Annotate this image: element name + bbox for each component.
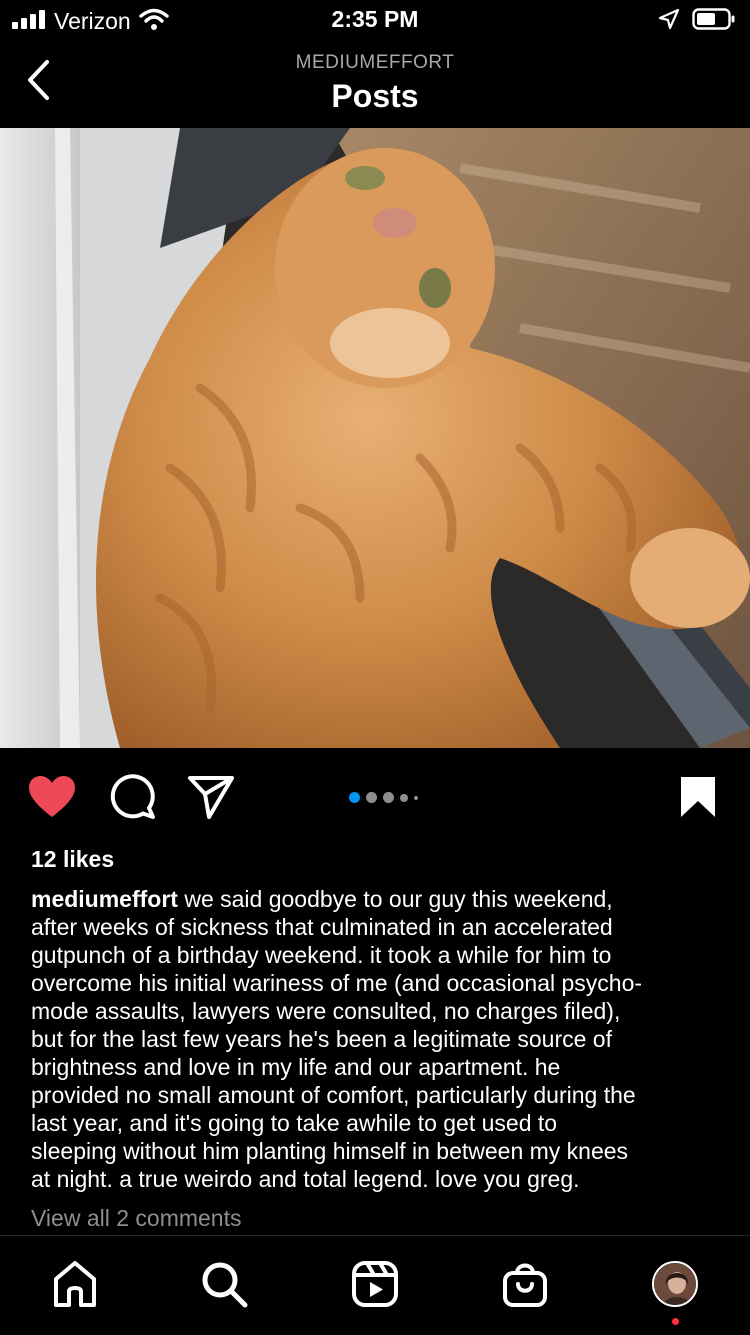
location-arrow-icon	[658, 8, 680, 35]
tab-reels[interactable]	[347, 1256, 403, 1312]
tab-bar	[0, 1235, 750, 1335]
carousel-indicator	[349, 792, 418, 803]
tab-home[interactable]	[47, 1256, 103, 1312]
carousel-dot	[414, 795, 418, 800]
caption-text: we said goodbye to our guy this weekend,…	[31, 886, 643, 1192]
notification-dot	[672, 1318, 679, 1325]
heart-filled-icon	[29, 776, 75, 817]
carousel-dot-active	[349, 792, 360, 803]
home-icon	[54, 1261, 96, 1307]
header-username: MEDIUMEFFORT	[295, 52, 455, 73]
like-button[interactable]	[27, 774, 77, 820]
post-caption: mediumeffort we said goodbye to our guy …	[31, 885, 721, 1193]
shop-icon	[503, 1263, 547, 1307]
post-image[interactable]	[0, 128, 750, 748]
nav-header: MEDIUMEFFORT Posts	[0, 40, 750, 128]
share-button[interactable]	[186, 774, 236, 820]
comment-icon	[110, 774, 155, 819]
profile-avatar	[652, 1261, 698, 1307]
page-title: Posts	[331, 78, 419, 114]
paper-plane-icon	[188, 776, 234, 819]
avatar-image	[654, 1263, 696, 1305]
status-time: 2:35 PM	[331, 6, 419, 32]
tab-shop[interactable]	[497, 1256, 553, 1312]
caption-username[interactable]: mediumeffort	[31, 886, 178, 912]
likes-count[interactable]: 12 likes	[31, 846, 114, 873]
carousel-dot	[383, 792, 394, 803]
view-comments-link[interactable]: View all 2 comments	[31, 1205, 242, 1232]
carousel-dot	[366, 792, 377, 803]
carousel-dot	[400, 793, 408, 802]
reels-icon	[352, 1261, 398, 1307]
tab-profile[interactable]	[647, 1256, 703, 1312]
battery-icon	[692, 7, 736, 35]
bookmark-filled-icon	[681, 777, 715, 817]
post-actions	[0, 760, 750, 834]
search-icon	[202, 1262, 248, 1308]
tab-search[interactable]	[196, 1256, 252, 1312]
comment-button[interactable]	[107, 774, 157, 820]
status-bar: Verizon 2:35 PM	[0, 0, 750, 40]
save-button[interactable]	[673, 774, 723, 820]
status-right-group	[658, 6, 736, 36]
cat-photo	[0, 128, 750, 748]
